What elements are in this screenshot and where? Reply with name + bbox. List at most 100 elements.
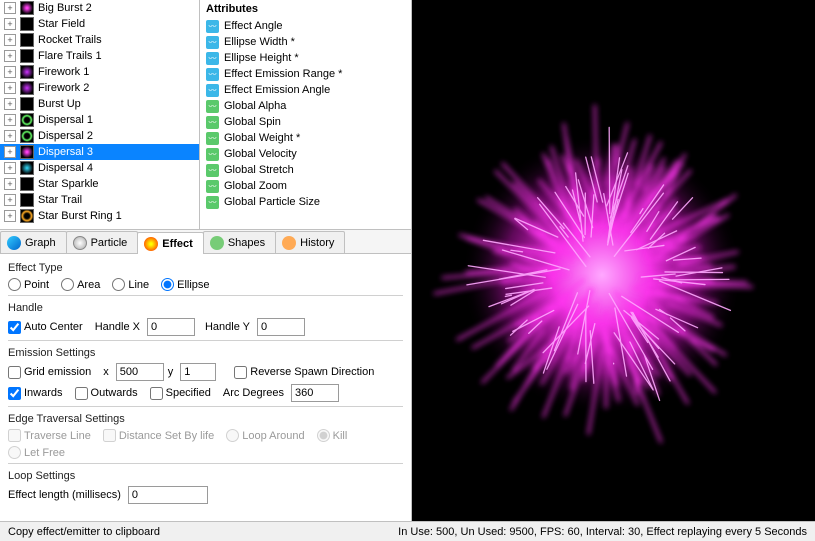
attribute-row[interactable]: 〰Ellipse Width * xyxy=(200,34,411,50)
tree-item[interactable]: +Big Burst 2 xyxy=(0,0,199,16)
attribute-icon: 〰 xyxy=(206,180,219,193)
tree-item[interactable]: + Dispersal 2 xyxy=(0,128,199,144)
effect-length-label: Effect length (millisecs) xyxy=(8,489,121,501)
attribute-row[interactable]: 〰Global Weight * xyxy=(200,130,411,146)
effects-tree[interactable]: +Big Burst 2+Star Field+Rocket Trails+Fl… xyxy=(0,0,200,229)
expander-icon[interactable]: + xyxy=(4,130,16,142)
handle-x-input[interactable] xyxy=(147,318,195,336)
effect-thumbnail-icon xyxy=(20,177,34,191)
attribute-label: Ellipse Height * xyxy=(224,52,299,64)
emission-label: Emission Settings xyxy=(8,347,403,359)
tree-item[interactable]: +Firework 1 xyxy=(0,64,199,80)
inwards-checkbox[interactable]: Inwards xyxy=(8,387,63,400)
grid-emission-checkbox[interactable]: Grid emission xyxy=(8,366,91,379)
outwards-checkbox[interactable]: Outwards xyxy=(75,387,138,400)
attribute-row[interactable]: 〰Global Alpha xyxy=(200,98,411,114)
attribute-row[interactable]: 〰Effect Angle xyxy=(200,18,411,34)
attributes-header: Attributes xyxy=(200,0,411,18)
tree-item[interactable]: + Dispersal 3 xyxy=(0,144,199,160)
attribute-row[interactable]: 〰Global Stretch xyxy=(200,162,411,178)
auto-center-checkbox[interactable]: Auto Center xyxy=(8,321,83,334)
attribute-row[interactable]: 〰Global Zoom xyxy=(200,178,411,194)
attribute-label: Ellipse Width * xyxy=(224,36,295,48)
arc-degrees-input[interactable] xyxy=(291,384,339,402)
expander-icon[interactable]: + xyxy=(4,98,16,110)
attribute-icon: 〰 xyxy=(206,196,219,209)
attribute-icon: 〰 xyxy=(206,20,219,33)
tree-item[interactable]: + Star Trail xyxy=(0,192,199,208)
attribute-label: Global Spin xyxy=(224,116,281,128)
expander-icon[interactable]: + xyxy=(4,18,16,30)
tree-item-label: Star Trail xyxy=(38,194,82,206)
attribute-row[interactable]: 〰Global Velocity xyxy=(200,146,411,162)
handle-x-label: Handle X xyxy=(95,321,140,333)
kill-radio: Kill xyxy=(317,429,348,442)
tree-item[interactable]: + Star Burst Ring 1 xyxy=(0,208,199,224)
tab-history[interactable]: History xyxy=(275,231,345,253)
tab-label: Shapes xyxy=(228,237,265,249)
tree-item[interactable]: + Dispersal 4 xyxy=(0,160,199,176)
effect-thumbnail-icon xyxy=(20,17,34,31)
grid-x-input[interactable] xyxy=(116,363,164,381)
attribute-row[interactable]: 〰Global Spin xyxy=(200,114,411,130)
expander-icon[interactable]: + xyxy=(4,194,16,206)
main-area: +Big Burst 2+Star Field+Rocket Trails+Fl… xyxy=(0,0,815,521)
particle-effect-icon xyxy=(412,0,815,521)
handle-y-input[interactable] xyxy=(257,318,305,336)
tree-item-label: Rocket Trails xyxy=(38,34,102,46)
attribute-row[interactable]: 〰 Global Particle Size xyxy=(200,194,411,210)
tree-item-label: Burst Up xyxy=(38,98,81,110)
grid-y-input[interactable] xyxy=(180,363,216,381)
arc-degrees-label: Arc Degrees xyxy=(223,387,284,399)
expander-icon[interactable]: + xyxy=(4,34,16,46)
tree-item[interactable]: + Rocket Trails xyxy=(0,32,199,48)
expander-icon[interactable]: + xyxy=(4,146,16,158)
tab-icon xyxy=(282,236,296,250)
tab-particle[interactable]: Particle xyxy=(66,231,139,253)
tree-item[interactable]: +Star Field xyxy=(0,16,199,32)
tab-graph[interactable]: Graph xyxy=(0,231,67,253)
tab-shapes[interactable]: Shapes xyxy=(203,231,276,253)
specified-checkbox[interactable]: Specified xyxy=(150,387,211,400)
expander-icon[interactable]: + xyxy=(4,66,16,78)
attribute-icon: 〰 xyxy=(206,164,219,177)
tab-effect[interactable]: Effect xyxy=(137,232,204,254)
emission-row1: Grid emission x y Reverse Spawn Directio… xyxy=(8,363,403,381)
tree-item[interactable]: +Star Sparkle xyxy=(0,176,199,192)
expander-icon[interactable]: + xyxy=(4,2,16,14)
tree-item-label: Dispersal 2 xyxy=(38,130,93,142)
tree-item[interactable]: + Dispersal 1 xyxy=(0,112,199,128)
attribute-label: Effect Emission Angle xyxy=(224,84,330,96)
tree-item-label: Firework 2 xyxy=(38,82,89,94)
expander-icon[interactable]: + xyxy=(4,50,16,62)
attribute-label: Global Particle Size xyxy=(224,196,320,208)
tree-item[interactable]: + Burst Up xyxy=(0,96,199,112)
expander-icon[interactable]: + xyxy=(4,162,16,174)
tree-item-label: Dispersal 4 xyxy=(38,162,93,174)
type-ellipse[interactable]: Ellipse xyxy=(161,278,209,291)
attribute-row[interactable]: 〰 Ellipse Height * xyxy=(200,50,411,66)
loop-around-radio: Loop Around xyxy=(226,429,304,442)
type-area[interactable]: Area xyxy=(61,278,100,291)
edge-row: Traverse Line Distance Set By life Loop … xyxy=(8,429,403,459)
type-point[interactable]: Point xyxy=(8,278,49,291)
attributes-panel[interactable]: Attributes 〰Effect Angle〰Ellipse Width *… xyxy=(200,0,411,229)
tree-item[interactable]: +Flare Trails 1 xyxy=(0,48,199,64)
effect-thumbnail-icon xyxy=(20,97,34,111)
expander-icon[interactable]: + xyxy=(4,114,16,126)
reverse-spawn-checkbox[interactable]: Reverse Spawn Direction xyxy=(234,366,374,379)
tree-item-label: Star Burst Ring 1 xyxy=(38,210,122,222)
attribute-row[interactable]: 〰Effect Emission Angle xyxy=(200,82,411,98)
tree-item-label: Dispersal 3 xyxy=(38,146,93,158)
tree-item[interactable]: + Firework 2 xyxy=(0,80,199,96)
attribute-row[interactable]: 〰Effect Emission Range * xyxy=(200,66,411,82)
handle-label: Handle xyxy=(8,302,403,314)
tree-item-label: Dispersal 1 xyxy=(38,114,93,126)
expander-icon[interactable]: + xyxy=(4,210,16,222)
expander-icon[interactable]: + xyxy=(4,178,16,190)
type-line[interactable]: Line xyxy=(112,278,149,291)
effect-length-input[interactable] xyxy=(128,486,208,504)
attribute-icon: 〰 xyxy=(206,52,219,65)
expander-icon[interactable]: + xyxy=(4,82,16,94)
preview-viewport[interactable] xyxy=(412,0,815,521)
